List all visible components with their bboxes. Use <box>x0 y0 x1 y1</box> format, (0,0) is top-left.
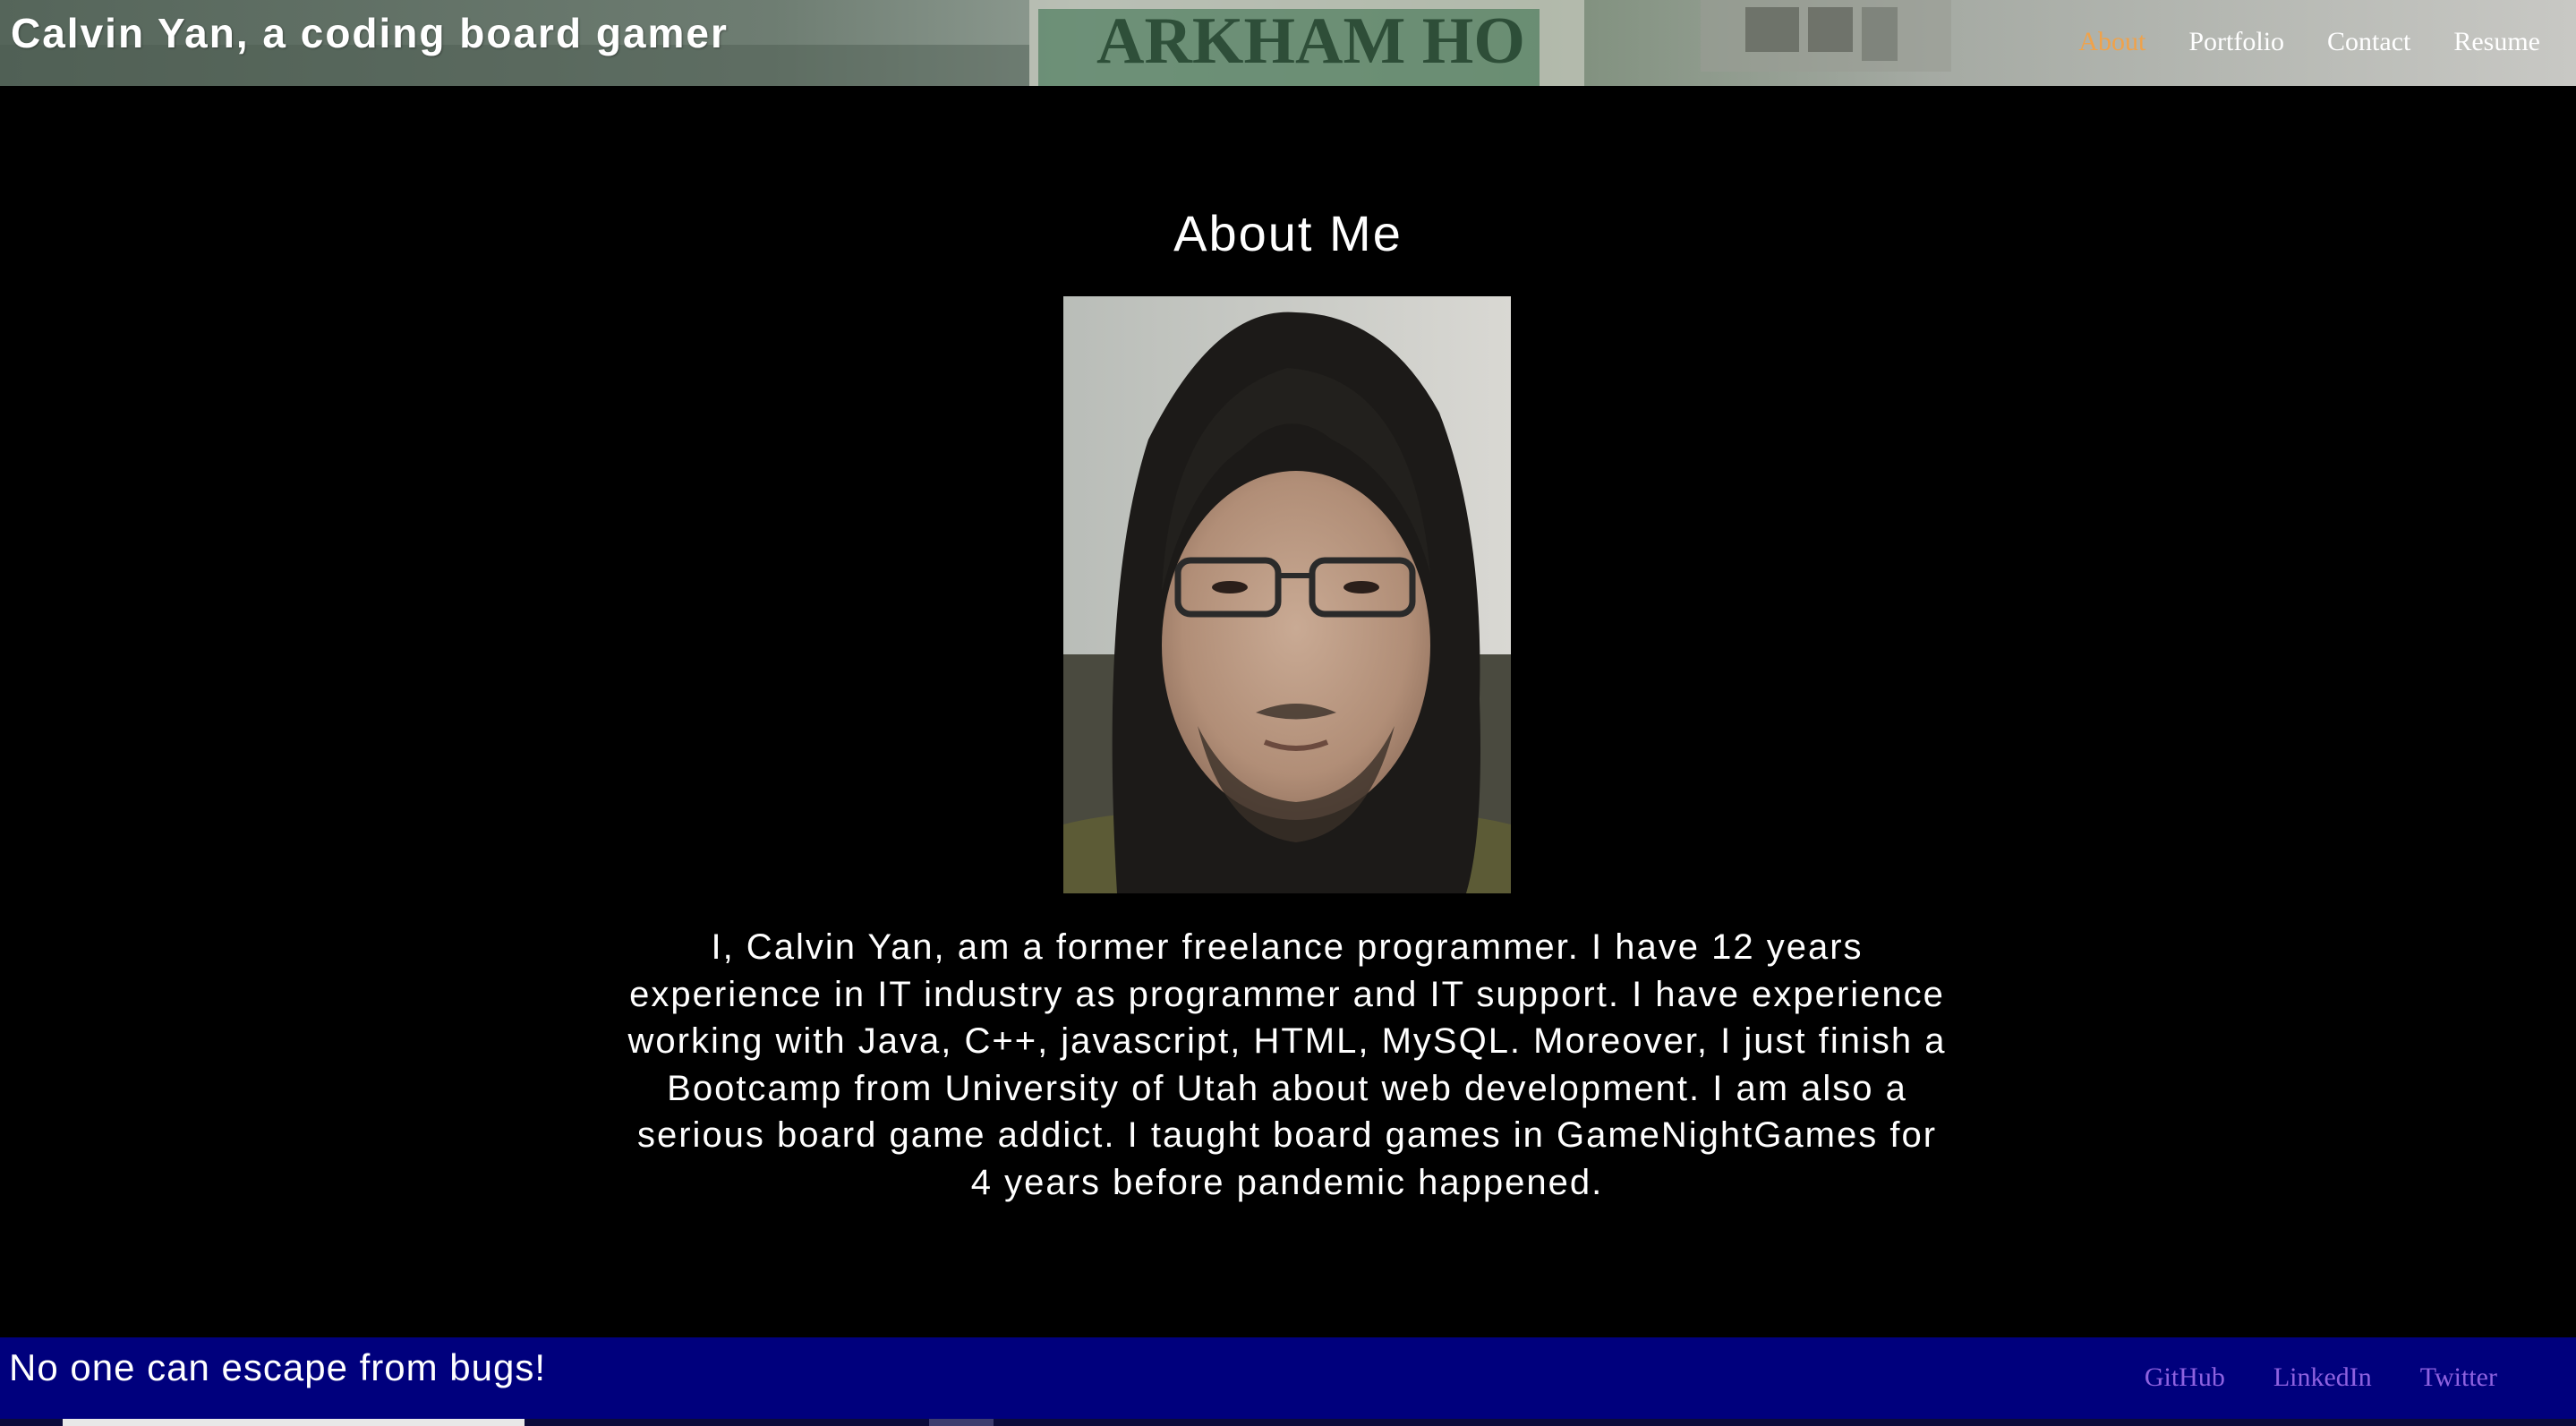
site-title[interactable]: Calvin Yan, a coding board gamer <box>11 9 729 57</box>
portrait-photo <box>1063 296 1511 893</box>
scrollbar-marker <box>929 1419 994 1426</box>
main-nav: About Portfolio Contact Resume <box>2035 27 2540 57</box>
site-footer: No one can escape from bugs! GitHub Link… <box>0 1337 2576 1426</box>
bio-text: I, Calvin Yan, am a former freelance pro… <box>627 927 1947 1202</box>
nav-portfolio[interactable]: Portfolio <box>2188 27 2284 57</box>
portrait-illustration <box>1063 296 1511 893</box>
banner-lettering: ARKHAM HO <box>1096 4 1525 78</box>
footer-link-linkedin[interactable]: LinkedIn <box>2273 1362 2372 1393</box>
nav-contact[interactable]: Contact <box>2327 27 2410 57</box>
footer-tagline: No one can escape from bugs! <box>9 1346 547 1388</box>
nav-about[interactable]: About <box>2078 27 2145 57</box>
horizontal-scrollbar[interactable] <box>0 1419 2576 1426</box>
nav-resume[interactable]: Resume <box>2453 27 2540 57</box>
scrollbar-thumb[interactable] <box>63 1419 525 1426</box>
footer-link-twitter[interactable]: Twitter <box>2420 1362 2497 1393</box>
about-heading: About Me <box>1173 205 1403 261</box>
site-header: ARKHAM HO Calvin Yan, a coding board gam… <box>0 0 2576 86</box>
footer-link-github[interactable]: GitHub <box>2145 1362 2225 1393</box>
footer-links: GitHub LinkedIn Twitter <box>2096 1362 2497 1393</box>
